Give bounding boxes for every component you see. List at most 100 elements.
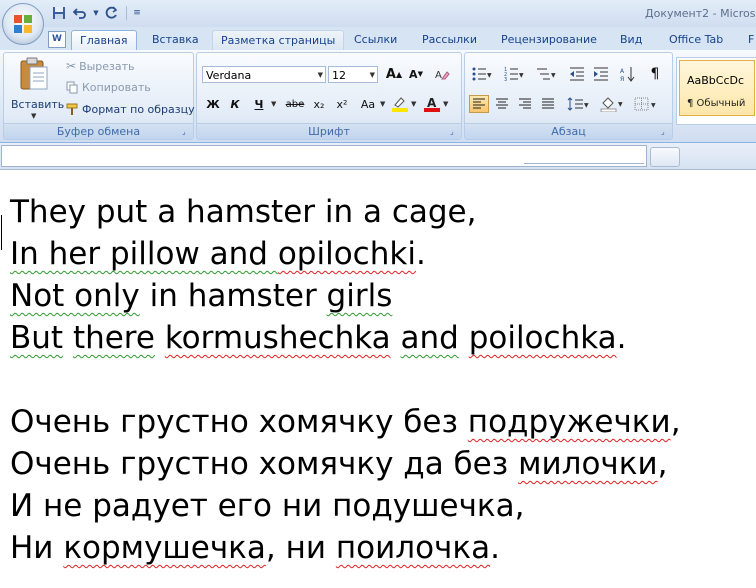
bullets-icon[interactable]: ▼ xyxy=(469,65,495,83)
clipboard-group-label: Буфер обмена xyxy=(4,123,193,139)
superscript-button[interactable]: x² xyxy=(332,95,352,113)
line-spacing-icon[interactable]: ▼ xyxy=(565,95,591,113)
font-name-value: Verdana xyxy=(206,69,252,82)
format-painter-button[interactable]: Формат по образцу xyxy=(66,103,195,116)
tab-references[interactable]: Ссылки xyxy=(346,30,405,50)
document-line[interactable]: И не радует его ни подушечка, xyxy=(10,485,756,527)
tab-review[interactable]: Рецензирование xyxy=(493,30,605,50)
document-line[interactable]: Ни кормушечка, ни поилочка. xyxy=(10,527,756,569)
svg-text:▼: ▼ xyxy=(519,72,524,79)
grow-font-button[interactable]: A ▲ xyxy=(384,65,404,83)
document-text: . xyxy=(616,320,627,356)
spelling-error-word: kormushechka xyxy=(164,320,391,356)
underline-dropdown-icon[interactable]: ▼ xyxy=(271,100,276,108)
align-right-icon[interactable] xyxy=(515,95,535,113)
ribbon-tabs: W Главная Вставка Разметка страницы Ссыл… xyxy=(0,27,756,51)
sort-icon[interactable]: AЯ xyxy=(618,65,638,83)
change-case-dropdown-icon[interactable]: ▼ xyxy=(380,100,385,108)
office-button[interactable] xyxy=(2,3,44,45)
customize-qat-icon[interactable]: ≡ xyxy=(132,4,142,22)
copy-icon xyxy=(66,81,79,94)
tab-page-layout[interactable]: Разметка страницы xyxy=(212,30,345,51)
numbering-icon[interactable]: 1 2 3 ▼ xyxy=(501,65,527,83)
paste-button[interactable]: Вставить ▼ xyxy=(8,57,64,121)
tab-home[interactable]: Главная xyxy=(71,30,137,50)
font-size-dropdown-icon: ▼ xyxy=(369,71,375,79)
save-icon[interactable] xyxy=(50,4,68,22)
document-line[interactable]: In her pillow and opilochki. xyxy=(10,233,756,275)
bold-button[interactable]: Ж xyxy=(203,95,223,113)
undo-dropdown-icon[interactable]: ▼ xyxy=(92,4,100,22)
document-line[interactable]: Очень грустно хомячку без подружечки, xyxy=(10,401,756,443)
grammar-flagged-text: there xyxy=(72,320,155,356)
tab-insert[interactable]: Вставка xyxy=(144,30,207,50)
paste-label: Вставить xyxy=(11,98,65,111)
tab-overflow[interactable]: F xyxy=(740,30,756,50)
multilevel-list-icon[interactable]: ▼ xyxy=(533,65,559,83)
document-empty-line[interactable] xyxy=(10,359,756,401)
document-line[interactable]: Очень грустно хомячку да без милочки, xyxy=(10,443,756,485)
strikethrough-button[interactable]: abe xyxy=(283,95,307,113)
styles-gallery[interactable]: AaBbCcDc ¶ Обычный xyxy=(676,57,756,125)
document-text xyxy=(155,320,165,356)
tab-view[interactable]: Вид xyxy=(612,30,650,50)
spelling-error-word: поилочка xyxy=(335,530,491,566)
style-normal[interactable]: AaBbCcDc ¶ Обычный xyxy=(679,60,755,116)
font-color-icon[interactable]: A xyxy=(422,95,442,113)
shading-icon[interactable]: ▼ xyxy=(598,95,626,113)
paste-dropdown-icon: ▼ xyxy=(31,112,37,120)
grammar-flagged-text: Not only xyxy=(10,278,140,314)
align-left-icon[interactable] xyxy=(469,95,489,113)
document-body[interactable]: They put a hamster in a cage, In her pill… xyxy=(10,191,756,569)
document-text: , xyxy=(670,404,681,440)
document-text: in hamster xyxy=(139,278,327,314)
show-formatting-marks-icon[interactable]: ¶ xyxy=(645,65,665,83)
document-text: . xyxy=(415,236,426,272)
document-text: They put a hamster in a cage, xyxy=(10,194,477,230)
tab-office-tab[interactable]: Office Tab xyxy=(661,30,731,50)
copy-label: Копировать xyxy=(82,81,151,94)
font-group-label: Шрифт xyxy=(197,123,461,139)
svg-text:A: A xyxy=(435,70,442,81)
shrink-font-button[interactable]: A ▼ xyxy=(406,65,426,83)
align-center-icon[interactable] xyxy=(492,95,512,113)
svg-text:3: 3 xyxy=(504,77,507,81)
cut-label: Вырезать xyxy=(79,59,135,73)
word-doc-icon[interactable]: W xyxy=(48,31,66,48)
svg-text:▼: ▼ xyxy=(618,101,623,108)
change-case-button[interactable]: Aa xyxy=(356,95,380,113)
redo-icon[interactable] xyxy=(103,4,121,22)
style-normal-label: ¶ Обычный xyxy=(687,98,746,109)
highlight-icon[interactable] xyxy=(390,95,410,113)
justify-icon[interactable] xyxy=(538,95,558,113)
italic-button[interactable]: К xyxy=(225,95,245,113)
clipboard-launcher-icon[interactable]: ⌟ xyxy=(182,128,190,136)
subscript-button[interactable]: x₂ xyxy=(309,95,329,113)
font-color-dropdown-icon[interactable]: ▼ xyxy=(443,100,448,108)
new-tab-button[interactable] xyxy=(650,147,680,167)
document-line[interactable]: Not only in hamster girls xyxy=(10,275,756,317)
increase-indent-icon[interactable] xyxy=(591,65,611,83)
spelling-error-word: подружечки xyxy=(467,404,671,440)
grammar-flagged-text: But xyxy=(10,320,64,356)
decrease-indent-icon[interactable] xyxy=(567,65,587,83)
undo-icon[interactable] xyxy=(71,4,89,22)
document-line[interactable]: They put a hamster in a cage, xyxy=(10,191,756,233)
font-size-combo[interactable]: 12 ▼ xyxy=(328,66,378,83)
document-line[interactable]: But there kormushechka and poilochka. xyxy=(10,317,756,359)
paragraph-launcher-icon[interactable]: ⌟ xyxy=(661,128,669,136)
underline-button[interactable]: Ч xyxy=(249,95,269,113)
cut-button[interactable]: ✂ Вырезать xyxy=(66,59,135,73)
svg-text:▼: ▼ xyxy=(487,72,492,79)
font-name-combo[interactable]: Verdana ▼ xyxy=(202,66,326,83)
font-launcher-icon[interactable]: ⌟ xyxy=(450,128,458,136)
quick-access-toolbar: ▼ ≡ xyxy=(50,4,142,22)
document-text: И не радует его ни подушечка, xyxy=(10,488,525,524)
clear-formatting-icon[interactable]: A xyxy=(432,65,452,83)
clipboard-group: Вставить ▼ ✂ Вырезать Копировать Формат … xyxy=(3,52,195,140)
borders-icon[interactable]: ▼ xyxy=(632,95,660,113)
highlight-dropdown-icon[interactable]: ▼ xyxy=(411,100,416,108)
copy-button[interactable]: Копировать xyxy=(66,81,151,94)
document-text: , ни xyxy=(265,530,336,566)
tab-mailings[interactable]: Рассылки xyxy=(414,30,485,50)
